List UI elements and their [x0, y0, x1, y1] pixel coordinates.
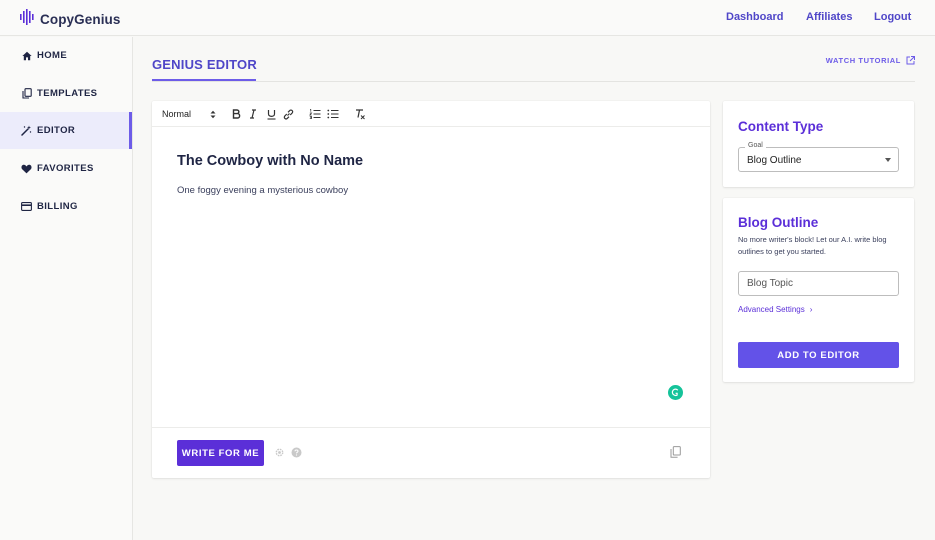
clear-format-icon	[355, 108, 365, 119]
goal-select[interactable]: Goal Blog Outline	[738, 142, 899, 172]
settings-gear-button[interactable]	[273, 446, 285, 458]
copy-icon	[670, 446, 681, 458]
blog-outline-description: No more writer's block! Let our A.I. wri…	[738, 235, 887, 256]
heart-icon	[21, 163, 32, 174]
advanced-settings-label: Advanced Settings	[738, 305, 805, 314]
sidebar-item-home[interactable]: HOME	[0, 37, 132, 74]
document-title[interactable]: The Cowboy with No Name	[177, 153, 363, 169]
editor-footer-divider	[152, 427, 710, 428]
underline-icon	[267, 109, 275, 120]
sidebar-item-label: FAVORITES	[37, 163, 94, 174]
editor-card: Normal The Cowboy with No Name One foggy…	[152, 101, 710, 478]
underline-button[interactable]	[264, 107, 278, 121]
editor-toolbar: Normal	[152, 101, 710, 127]
sidebar-item-editor[interactable]: EDITOR	[0, 112, 132, 149]
top-bar: CopyGenius Dashboard Affiliates Logout	[0, 0, 935, 36]
sidebar-item-label: TEMPLATES	[37, 88, 98, 99]
sidebar-item-label: HOME	[37, 50, 68, 61]
document-body[interactable]: One foggy evening a mysterious cowboy	[177, 185, 348, 196]
watch-tutorial-label: WATCH TUTORIAL	[825, 56, 901, 65]
copy-icon	[21, 88, 32, 99]
gear-icon	[275, 448, 283, 456]
help-button[interactable]	[290, 446, 302, 458]
goal-value: Blog Outline	[747, 155, 802, 166]
sidebar-item-label: BILLING	[37, 201, 78, 212]
format-select[interactable]: Normal	[162, 107, 216, 121]
content-type-card: Content Type Goal Blog Outline	[723, 101, 914, 187]
caret-down-icon	[885, 158, 891, 162]
header-divider	[152, 81, 915, 82]
format-select-value: Normal	[162, 109, 192, 119]
grammarly-icon[interactable]	[668, 385, 683, 400]
sidebar: HOME TEMPLATES EDITOR FAVORITES BILLING	[0, 37, 133, 540]
italic-icon	[250, 109, 256, 119]
add-to-editor-button[interactable]: ADD TO EDITOR	[738, 342, 899, 368]
chevron-right-icon: ›	[809, 305, 813, 314]
sidebar-item-billing[interactable]: BILLING	[0, 188, 132, 225]
watch-tutorial-link[interactable]: WATCH TUTORIAL	[826, 56, 915, 65]
help-circle-icon	[291, 447, 301, 457]
nav-logout[interactable]: Logout	[874, 11, 911, 23]
link-icon	[283, 108, 293, 120]
content-type-title: Content Type	[738, 119, 824, 134]
bullet-list-icon	[327, 109, 339, 119]
brand-name: CopyGenius	[40, 12, 121, 27]
advanced-settings-link[interactable]: Advanced Settings ›	[738, 305, 812, 314]
brand[interactable]: CopyGenius	[20, 9, 121, 30]
bold-button[interactable]	[229, 107, 243, 121]
copy-content-button[interactable]	[669, 446, 681, 458]
blog-topic-input[interactable]	[738, 271, 899, 296]
goal-label: Goal	[745, 142, 766, 149]
ordered-list-icon	[309, 109, 321, 119]
sidebar-item-label: EDITOR	[37, 125, 76, 136]
bold-icon	[232, 109, 240, 119]
updown-arrow-icon	[210, 110, 216, 118]
ordered-list-button[interactable]	[308, 107, 322, 121]
page-title: GENIUS EDITOR	[152, 57, 257, 72]
bullet-list-button[interactable]	[326, 107, 340, 121]
write-for-me-button[interactable]: WRITE FOR ME	[177, 440, 264, 466]
sidebar-item-templates[interactable]: TEMPLATES	[0, 75, 132, 112]
link-button[interactable]	[281, 107, 295, 121]
credit-card-icon	[21, 201, 32, 212]
sidebar-item-favorites[interactable]: FAVORITES	[0, 150, 132, 187]
waveform-logo-icon	[20, 9, 34, 30]
magic-wand-icon	[21, 125, 32, 136]
blog-outline-card: Blog Outline No more writer's block! Let…	[723, 198, 914, 382]
blog-outline-title: Blog Outline	[738, 215, 819, 230]
external-link-icon	[906, 56, 915, 65]
home-icon	[21, 50, 32, 61]
italic-button[interactable]	[246, 107, 260, 121]
nav-dashboard[interactable]: Dashboard	[726, 11, 783, 23]
clear-format-button[interactable]	[353, 107, 367, 121]
nav-affiliates[interactable]: Affiliates	[806, 11, 852, 23]
